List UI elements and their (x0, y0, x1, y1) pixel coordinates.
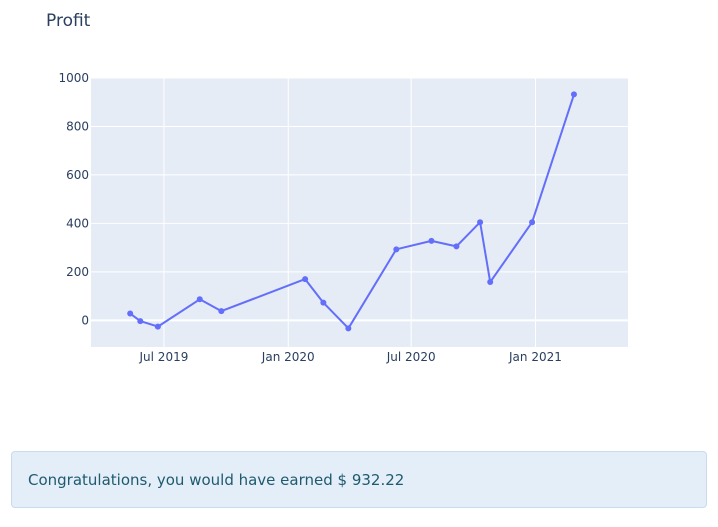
y-tick-label: 0 (81, 313, 89, 327)
data-point (218, 308, 225, 315)
y-tick-label: 600 (66, 168, 89, 182)
data-point (320, 299, 327, 306)
y-tick-label: 1000 (58, 71, 89, 85)
data-point (137, 318, 144, 325)
data-point (154, 323, 161, 330)
x-tick-label: Jul 2020 (386, 350, 436, 364)
data-point (302, 276, 309, 283)
data-point (477, 219, 484, 226)
data-point (196, 296, 203, 303)
data-point (345, 325, 352, 332)
data-point (393, 246, 400, 253)
data-point (570, 91, 577, 98)
data-point (529, 219, 536, 226)
y-tick-label: 800 (66, 119, 89, 133)
x-axis-ticks: Jul 2019 Jan 2020 Jul 2020 Jan 2021 (139, 350, 562, 364)
y-axis-ticks: 0 200 400 600 800 1000 (58, 71, 89, 327)
success-alert: Congratulations, you would have earned $… (11, 451, 707, 508)
x-tick-label: Jan 2020 (261, 350, 315, 364)
y-tick-label: 200 (66, 265, 89, 279)
data-point (428, 237, 435, 244)
data-point (453, 243, 460, 250)
data-point (487, 279, 494, 286)
data-point (127, 310, 134, 317)
alert-message: Congratulations, you would have earned $… (28, 470, 405, 489)
x-tick-label: Jul 2019 (139, 350, 189, 364)
y-tick-label: 400 (66, 216, 89, 230)
plot-area (91, 78, 628, 347)
profit-line-chart: 02004006008001000 Jul 2019 Jan 2020 Jul 20… (58, 71, 628, 364)
x-tick-label: Jan 2021 (508, 350, 562, 364)
